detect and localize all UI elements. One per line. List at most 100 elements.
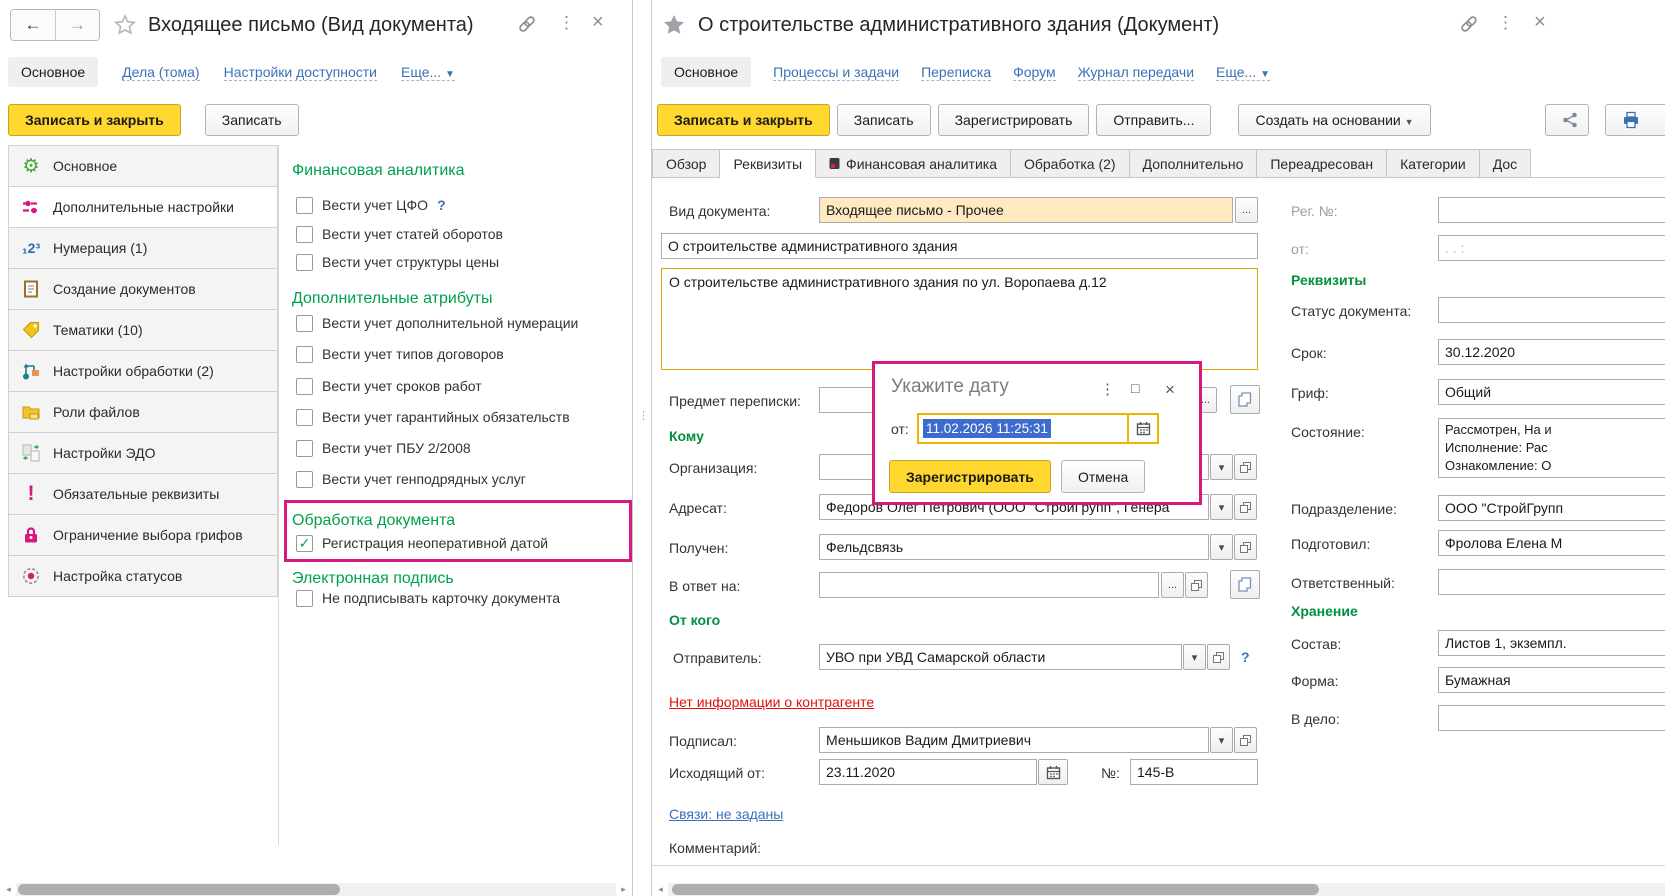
close-window-button[interactable]: × <box>592 11 604 34</box>
share-button[interactable] <box>1545 104 1589 136</box>
dialog-calendar-button[interactable] <box>1127 415 1157 442</box>
sidebar-item-grif-restriction[interactable]: Ограничение выбора грифов <box>9 515 277 556</box>
scrollbar-thumb[interactable] <box>18 884 340 895</box>
nav-tab-main[interactable]: Основное <box>8 57 98 87</box>
nav-more[interactable]: Еще... ▼ <box>401 64 455 81</box>
reg-number-field[interactable] <box>1438 197 1665 223</box>
dialog-close-button[interactable]: × <box>1165 380 1175 400</box>
sidebar-item-file-roles[interactable]: Роли файлов <box>9 392 277 433</box>
checkbox[interactable] <box>296 315 313 332</box>
composition-field[interactable]: Листов 1, экземпл. <box>1438 630 1665 656</box>
help-link[interactable]: ? <box>437 197 446 213</box>
nav-link-processes[interactable]: Процессы и задачи <box>773 64 899 81</box>
tab-overview[interactable]: Обзор <box>652 149 720 178</box>
reply-copy-button[interactable] <box>1230 570 1260 599</box>
addressee-dropdown-button[interactable]: ▾ <box>1210 494 1233 520</box>
doc-type-field[interactable]: Входящее письмо - Прочее <box>819 197 1233 223</box>
forward-button[interactable]: → <box>55 10 99 40</box>
signed-open-button[interactable] <box>1234 727 1257 753</box>
sidebar-item-status-setup[interactable]: Настройка статусов <box>9 556 277 597</box>
outgoing-date-field[interactable]: 23.11.2020 <box>819 759 1037 785</box>
splitter-handle[interactable]: ⋮ <box>638 414 649 418</box>
tab-processing[interactable]: Обработка (2) <box>1011 149 1130 178</box>
organization-dropdown-button[interactable]: ▾ <box>1210 454 1233 480</box>
checkbox[interactable] <box>296 346 313 363</box>
tab-requisites[interactable]: Реквизиты <box>720 149 816 178</box>
checkbox[interactable] <box>296 471 313 488</box>
scroll-left-icon[interactable]: ◂ <box>654 883 667 896</box>
scroll-right-icon[interactable]: ▸ <box>617 883 630 896</box>
sender-field[interactable]: УВО при УВД Самарской области <box>819 644 1182 670</box>
back-button[interactable]: ← <box>11 10 55 40</box>
received-dropdown-button[interactable]: ▾ <box>1210 534 1233 560</box>
department-field[interactable]: ООО "СтройГрупп <box>1438 495 1665 521</box>
more-menu-button[interactable]: ⋮ <box>558 13 575 33</box>
print-button[interactable] <box>1605 104 1665 136</box>
nav-tab-main[interactable]: Основное <box>661 57 751 87</box>
nav-link-transfer-log[interactable]: Журнал передачи <box>1078 64 1194 81</box>
reg-date-field[interactable]: . . : <box>1438 235 1665 261</box>
tab-finance[interactable]: Финансовая аналитика <box>816 149 1011 178</box>
case-field[interactable] <box>1438 705 1665 731</box>
links-not-set-link[interactable]: Связи: не заданы <box>669 806 783 822</box>
reply-to-field[interactable] <box>819 572 1159 598</box>
tab-access[interactable]: Дос <box>1480 149 1531 178</box>
subject-copy-button[interactable] <box>1230 385 1260 414</box>
title-field[interactable]: О строительстве административного здания <box>661 233 1258 259</box>
doc-type-select-button[interactable]: ... <box>1235 197 1258 223</box>
outgoing-calendar-button[interactable] <box>1038 759 1068 785</box>
sidebar-item-required-fields[interactable]: ! Обязательные реквизиты <box>9 474 277 515</box>
doc-status-field[interactable] <box>1438 297 1665 323</box>
signed-by-field[interactable]: Меньшиков Вадим Дмитриевич <box>819 727 1209 753</box>
number-field[interactable]: 145-В <box>1130 759 1258 785</box>
sender-help-link[interactable]: ? <box>1241 649 1250 665</box>
tab-additional[interactable]: Дополнительно <box>1130 149 1258 178</box>
reply-open-button[interactable] <box>1185 572 1208 598</box>
nav-link-forum[interactable]: Форум <box>1013 64 1056 81</box>
due-date-field[interactable]: 30.12.2020 <box>1438 339 1665 365</box>
scrollbar-thumb[interactable] <box>672 884 1319 895</box>
state-field[interactable]: Рассмотрен, На и Исполнение: Рас Ознаком… <box>1438 418 1665 478</box>
get-link-button[interactable] <box>1460 15 1478 33</box>
form-field[interactable]: Бумажная <box>1438 667 1665 693</box>
received-field[interactable]: Фельдсвязь <box>819 534 1209 560</box>
checkbox[interactable] <box>296 197 313 214</box>
dialog-maximize-button[interactable]: □ <box>1131 380 1139 396</box>
dialog-date-field[interactable]: 11.02.2026 11:25:31 <box>917 413 1159 444</box>
prepared-by-field[interactable]: Фролова Елена М <box>1438 530 1665 556</box>
scroll-left-icon[interactable]: ◂ <box>2 883 15 896</box>
save-button[interactable]: Записать <box>837 104 931 136</box>
favorite-star-icon[interactable] <box>114 14 136 36</box>
checkbox[interactable] <box>296 226 313 243</box>
dialog-register-button[interactable]: Зарегистрировать <box>889 460 1051 493</box>
sidebar-item-edo-settings[interactable]: Настройки ЭДО <box>9 433 277 474</box>
checked-checkbox[interactable] <box>296 535 313 552</box>
close-window-button[interactable]: × <box>1534 11 1546 34</box>
horizontal-scrollbar[interactable] <box>668 883 1665 896</box>
get-link-button[interactable] <box>518 15 536 33</box>
send-button[interactable]: Отправить... <box>1096 104 1211 136</box>
checkbox[interactable] <box>296 254 313 271</box>
organization-open-button[interactable] <box>1234 454 1257 480</box>
save-close-button[interactable]: Записать и закрыть <box>657 104 830 136</box>
no-counterparty-info-link[interactable]: Нет информации о контрагенте <box>669 694 874 710</box>
checkbox[interactable] <box>296 409 313 426</box>
sidebar-item-doc-creation[interactable]: Создание документов <box>9 269 277 310</box>
sidebar-item-numbering[interactable]: ₁2³ Нумерация (1) <box>9 228 277 269</box>
checkbox[interactable] <box>296 440 313 457</box>
dialog-more-button[interactable]: ⋮ <box>1100 380 1115 398</box>
checkbox[interactable] <box>296 590 313 607</box>
horizontal-scrollbar[interactable] <box>16 883 616 896</box>
sidebar-item-processing-settings[interactable]: Настройки обработки (2) <box>9 351 277 392</box>
tab-forwarded[interactable]: Переадресован <box>1257 149 1387 178</box>
nav-link-cases[interactable]: Дела (тома) <box>122 64 199 81</box>
addressee-open-button[interactable] <box>1234 494 1257 520</box>
sidebar-item-additional-settings[interactable]: Дополнительные настройки <box>9 187 277 228</box>
save-close-button[interactable]: Записать и закрыть <box>8 104 181 136</box>
nav-more[interactable]: Еще... ▼ <box>1216 64 1270 81</box>
sender-open-button[interactable] <box>1207 644 1230 670</box>
summary-textarea[interactable]: О строительстве административного здания… <box>661 268 1258 370</box>
create-based-on-button[interactable]: Создать на основании ▼ <box>1238 104 1430 136</box>
favorite-star-filled-icon[interactable] <box>662 13 686 37</box>
grif-field[interactable]: Общий <box>1438 379 1665 405</box>
